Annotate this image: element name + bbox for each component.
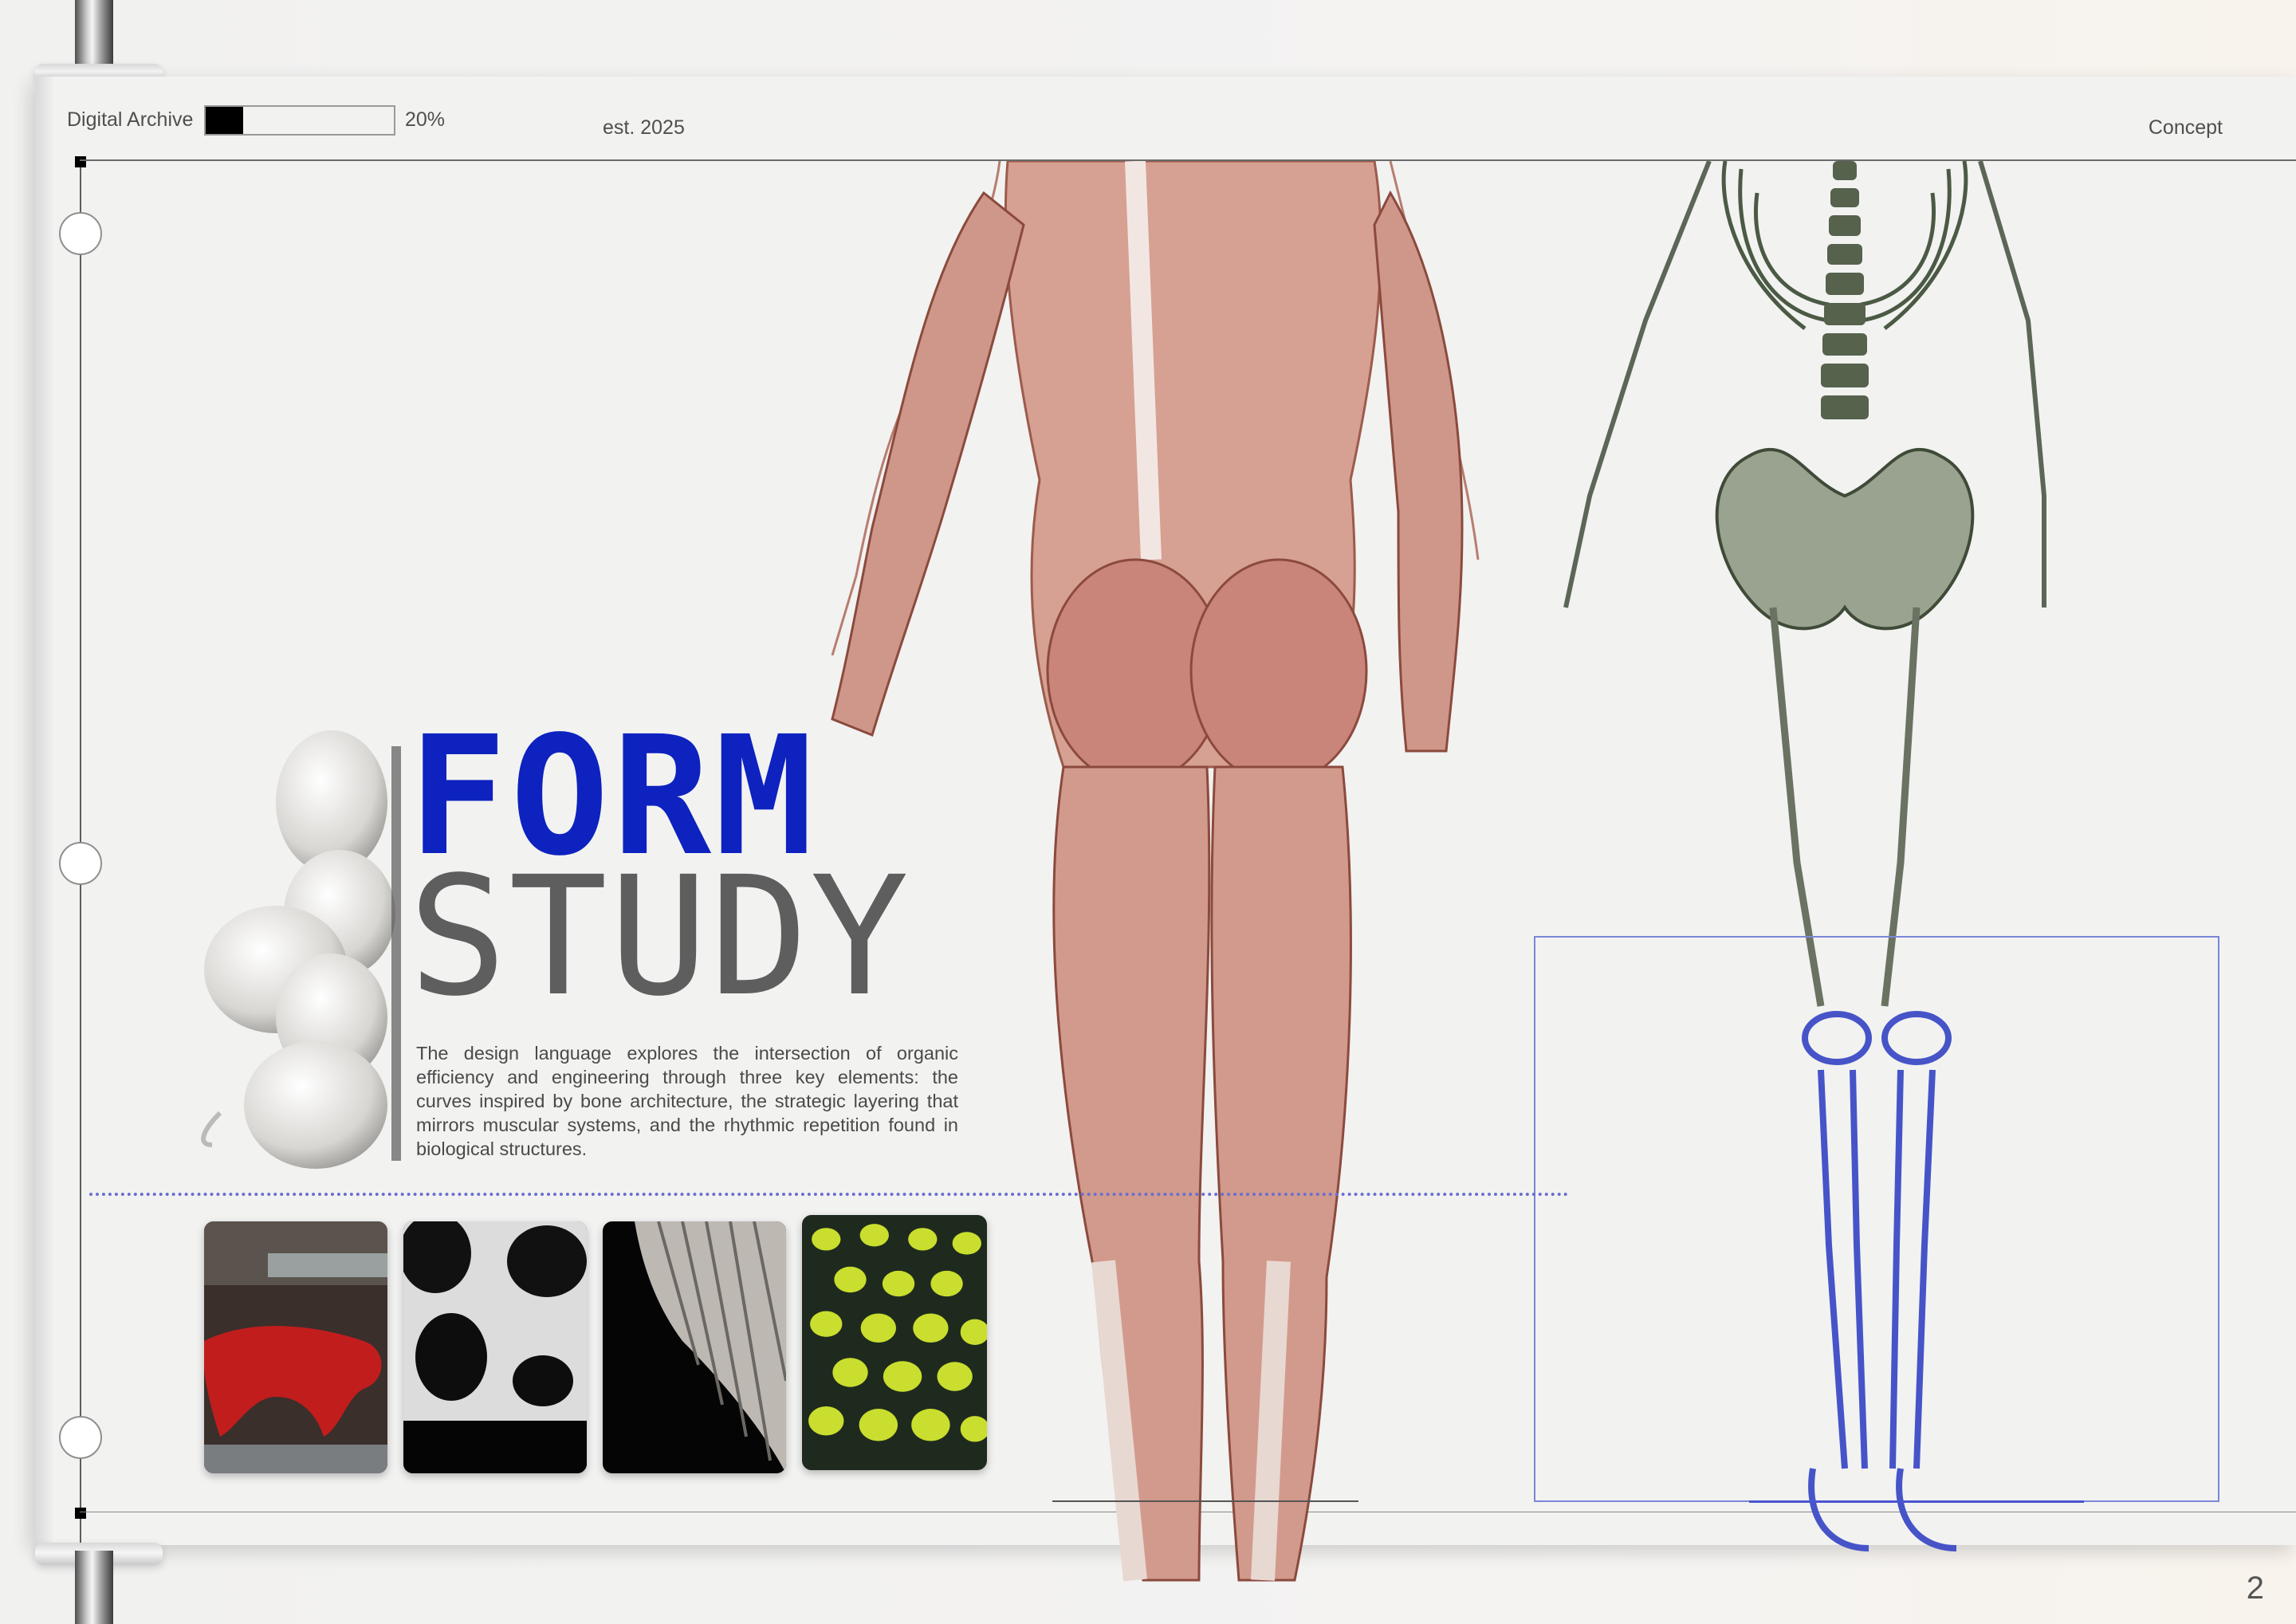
- thumbnail-ribbed-relief[interactable]: [603, 1221, 786, 1473]
- thumbnail-red-bench[interactable]: [204, 1221, 387, 1473]
- page-sheet: Digital Archive 20% est. 2025 Concept FO…: [35, 77, 2296, 1591]
- binder-rod-bottom: [75, 1551, 113, 1624]
- voronoi-form-image: [403, 1221, 587, 1473]
- binder-square-bottom: [75, 1508, 86, 1519]
- design-description: The design language explores the interse…: [416, 1043, 958, 1159]
- detail-frame: [1534, 936, 2219, 1502]
- binder-hole-bottom: [59, 1416, 102, 1459]
- archive-title: Digital Archive: [67, 108, 194, 131]
- page-number: 2: [2246, 1571, 2264, 1606]
- dotted-divider: [89, 1193, 1569, 1196]
- title-study: STUDY: [408, 841, 911, 1032]
- skeleton-baseline: [1749, 1500, 2084, 1503]
- progress-fill: [206, 107, 244, 134]
- ribbed-relief-image: [603, 1221, 786, 1473]
- figure-baseline: [1052, 1500, 1358, 1502]
- established-label: est. 2025: [603, 116, 685, 139]
- section-label: Concept: [2148, 116, 2223, 139]
- progress-bar: [204, 105, 395, 136]
- binder-hole-top: [59, 212, 102, 255]
- progress-percent: 20%: [405, 108, 446, 131]
- binder-square-top: [75, 156, 86, 167]
- red-bench-image: [204, 1221, 387, 1473]
- thumbnail-green-lattice[interactable]: [802, 1215, 987, 1470]
- binder-rod-top: [75, 0, 113, 64]
- binder-hole-middle: [59, 842, 102, 885]
- organic-sculpture-image: [201, 730, 401, 1169]
- thumbnail-voronoi-form[interactable]: [403, 1221, 587, 1473]
- green-lattice-image: [802, 1215, 987, 1470]
